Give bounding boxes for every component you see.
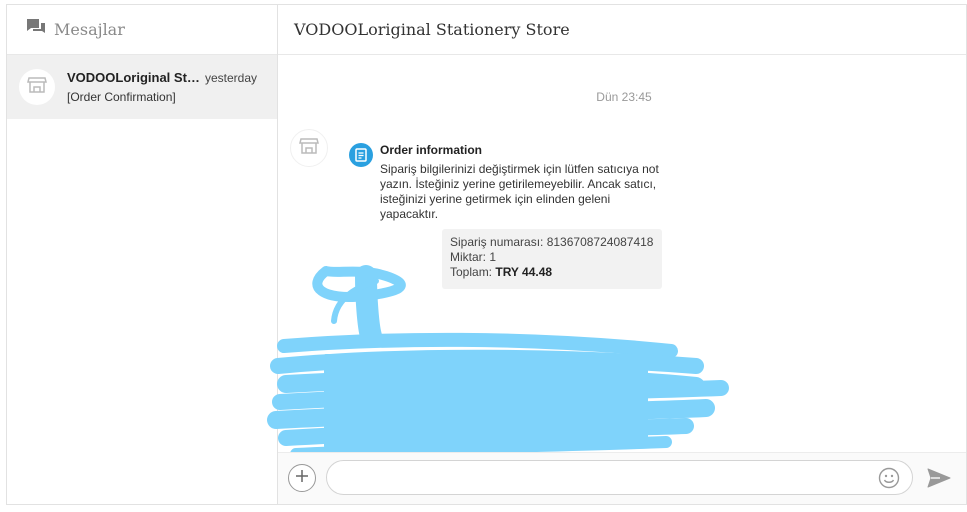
document-icon — [349, 143, 373, 167]
order-card[interactable]: Sipariş numarası: 8136708724087418 Mikta… — [442, 229, 662, 289]
attach-button[interactable] — [288, 464, 316, 492]
chat-header: VODOOLoriginal Stationery Store — [278, 5, 966, 55]
store-icon — [299, 137, 319, 160]
store-avatar — [19, 69, 55, 105]
send-icon[interactable] — [926, 466, 952, 490]
chat-bubbles-icon — [26, 18, 46, 41]
conversation-time: yesterday — [205, 71, 258, 85]
composer-bar — [278, 452, 966, 504]
sidebar: Mesajlar VODOOLoriginal Stationery Store… — [7, 5, 278, 504]
order-number: Sipariş numarası: 8136708724087418 — [450, 235, 654, 249]
plus-icon — [295, 469, 309, 488]
order-total-value: TRY 44.48 — [495, 265, 553, 279]
timestamp-separator: Dün 23:45 — [596, 90, 652, 104]
message-body: Sipariş bilgilerinizi değiştirmek için l… — [380, 162, 659, 221]
conversation-preview: [Order Confirmation] — [67, 90, 176, 104]
message-title: Order information — [380, 143, 483, 157]
store-avatar — [290, 129, 328, 167]
conversation-item[interactable]: VODOOLoriginal Stationery Store yesterda… — [7, 55, 277, 119]
messaging-window: Mesajlar VODOOLoriginal Stationery Store… — [6, 4, 967, 505]
order-quantity: Miktar: 1 — [450, 250, 497, 264]
store-icon — [27, 76, 47, 99]
conversation-name: VODOOLoriginal Stationery Store — [67, 70, 201, 85]
message-list[interactable]: Dün 23:45 Order information Sipariş bilg… — [267, 56, 966, 456]
emoji-icon[interactable] — [878, 467, 900, 489]
sidebar-title: Mesajlar — [54, 20, 125, 39]
store-title: VODOOLoriginal Stationery Store — [294, 20, 570, 39]
chat-panel: VODOOLoriginal Stationery Store Dün 23:4… — [267, 5, 966, 504]
message-input[interactable] — [326, 460, 913, 495]
order-total-label: Toplam: — [450, 265, 493, 279]
sidebar-header: Mesajlar — [7, 5, 277, 55]
